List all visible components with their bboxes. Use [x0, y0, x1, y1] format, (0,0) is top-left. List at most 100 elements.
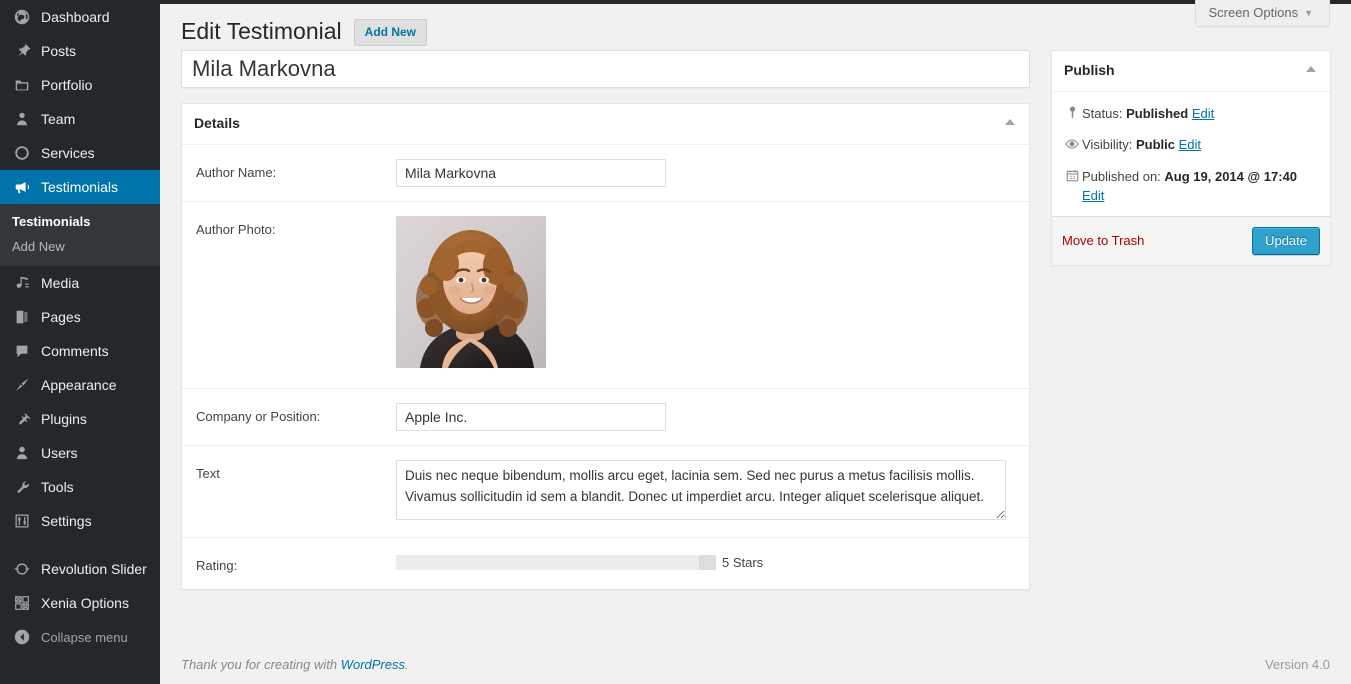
- sidebar-item-label: Appearance: [41, 377, 117, 393]
- sidebar-item-label: Services: [41, 145, 95, 161]
- sidebar-item-media[interactable]: Media: [0, 266, 160, 300]
- field-row-company: Company or Position:: [182, 389, 1029, 446]
- footer-thanks-prefix: Thank you for creating with: [181, 656, 341, 672]
- testimonials-submenu: Testimonials Add New: [0, 204, 160, 266]
- post-visibility-row: Visibility: Public Edit: [1052, 129, 1330, 161]
- text-field-cell: Duis nec neque bibendum, mollis arcu ege…: [396, 459, 1015, 523]
- sidebar-item-users[interactable]: Users: [0, 436, 160, 470]
- title-field-wrapper: [181, 50, 1030, 88]
- collapse-arrow-icon: [12, 628, 32, 646]
- published-on-value: Aug 19, 2014 @ 17:40: [1164, 168, 1298, 184]
- sidebar-item-label: Users: [41, 445, 78, 461]
- details-toggle-button[interactable]: [995, 108, 1025, 136]
- details-metabox-title: Details: [194, 115, 240, 131]
- footer-version: Version 4.0: [1264, 656, 1330, 672]
- edit-status-link[interactable]: Edit: [1192, 106, 1214, 121]
- move-to-trash-link[interactable]: Move to Trash: [1062, 233, 1144, 248]
- megaphone-icon: [12, 177, 32, 197]
- users-icon: [12, 443, 32, 463]
- footer-thanks-suffix: .: [405, 656, 409, 672]
- wordpress-link[interactable]: WordPress: [341, 657, 405, 672]
- details-metabox: Details Author Name: Mila Markovna Autho…: [181, 103, 1030, 590]
- sidebar-item-label: Settings: [41, 513, 92, 529]
- post-status-row: Status: Published Edit: [1052, 98, 1330, 130]
- screen-options-button[interactable]: Screen Options ▼: [1195, 0, 1330, 27]
- publish-toggle-button[interactable]: [1296, 55, 1326, 83]
- field-row-text: Text Duis nec neque bibendum, mollis arc…: [182, 446, 1029, 538]
- post-status-text: Status: Published Edit: [1082, 104, 1320, 124]
- author-photo-thumbnail[interactable]: [396, 215, 546, 368]
- screen-meta-links: Screen Options ▼: [1195, 0, 1330, 27]
- visibility-prefix: Visibility:: [1082, 137, 1136, 153]
- sidebar-item-label: Team: [41, 111, 76, 127]
- page-title: Edit Testimonial: [181, 18, 342, 44]
- media-icon: [12, 273, 32, 293]
- sidebar-item-plugins[interactable]: Plugins: [0, 402, 160, 436]
- submenu-item-testimonials[interactable]: Testimonials: [0, 209, 160, 234]
- wp-admin-screen: Dashboard Posts Portfolio Team Services: [0, 0, 1351, 684]
- wrench-icon: [12, 477, 32, 497]
- sidebar-item-label: Xenia Options: [41, 595, 129, 611]
- post-sidebar: Publish Status: Published Edit Visibilit…: [1051, 50, 1331, 286]
- sidebar-item-settings[interactable]: Settings: [0, 504, 160, 538]
- edit-visibility-link[interactable]: Edit: [1179, 137, 1201, 152]
- sidebar-item-revolution-slider[interactable]: Revolution Slider: [0, 552, 160, 586]
- page-wrap: Edit Testimonial Add New Details: [160, 4, 1351, 610]
- published-on-prefix: Published on:: [1082, 168, 1165, 184]
- author-name-input[interactable]: [396, 158, 666, 187]
- chevron-down-icon: ▼: [1304, 8, 1313, 18]
- submenu-item-add-new[interactable]: Add New: [0, 234, 160, 259]
- sidebar-item-label: Testimonials: [41, 179, 119, 195]
- sidebar-item-label: Portfolio: [41, 77, 93, 93]
- author-photo-label: Author Photo:: [196, 221, 276, 237]
- sidebar-item-testimonials[interactable]: Testimonials: [0, 170, 168, 204]
- sidebar-item-dashboard[interactable]: Dashboard: [0, 0, 160, 34]
- add-new-button[interactable]: Add New: [353, 19, 427, 46]
- rating-field-cell: 5 Stars: [396, 552, 1015, 570]
- sidebar-item-services[interactable]: Services: [0, 136, 160, 170]
- rating-slider-track[interactable]: [396, 554, 716, 570]
- sidebar-item-pages[interactable]: Pages: [0, 300, 160, 334]
- comment-icon: [12, 341, 32, 361]
- company-input[interactable]: [396, 402, 666, 431]
- post-published-on-text: Published on: Aug 19, 2014 @ 17:40 Edit: [1082, 167, 1320, 206]
- grid-icon: [12, 593, 32, 613]
- submenu-item-label: Add New: [12, 239, 65, 254]
- post-status-value: Published: [1126, 105, 1189, 121]
- field-row-author-name: Author Name:: [182, 145, 1029, 202]
- details-metabox-header[interactable]: Details: [182, 104, 1029, 145]
- company-label: Company or Position:: [196, 408, 321, 424]
- rating-slider-handle[interactable]: [699, 554, 716, 570]
- publish-metabox-header[interactable]: Publish: [1052, 51, 1330, 92]
- wp-content: Screen Options ▼ Edit Testimonial Add New…: [160, 0, 1351, 684]
- toggle-up-icon: [1306, 66, 1316, 72]
- publish-metabox-title: Publish: [1064, 62, 1115, 78]
- sidebar-item-team[interactable]: Team: [0, 102, 160, 136]
- publish-metabox: Publish Status: Published Edit Visibilit…: [1051, 50, 1331, 266]
- collapse-menu-button[interactable]: Collapse menu: [0, 620, 160, 654]
- sidebar-item-posts[interactable]: Posts: [0, 34, 160, 68]
- circle-icon: [12, 143, 32, 163]
- sidebar-item-portfolio[interactable]: Portfolio: [0, 68, 160, 102]
- edit-published-on-link[interactable]: Edit: [1082, 188, 1104, 203]
- pages-icon: [12, 307, 32, 327]
- author-photo-field-cell: [396, 215, 1015, 368]
- sidebar-item-tools[interactable]: Tools: [0, 470, 160, 504]
- rating-label: Rating:: [196, 557, 238, 573]
- update-button[interactable]: Update: [1252, 226, 1320, 255]
- sidebar-item-comments[interactable]: Comments: [0, 334, 160, 368]
- field-row-rating: Rating: 5 Stars: [182, 538, 1029, 589]
- sidebar-item-xenia-options[interactable]: Xenia Options: [0, 586, 160, 620]
- field-row-author-photo: Author Photo:: [182, 202, 1029, 389]
- visibility-eye-icon: [1062, 135, 1082, 152]
- pin-icon: [12, 41, 32, 61]
- post-title-input[interactable]: [182, 51, 1029, 87]
- testimonial-text-textarea[interactable]: Duis nec neque bibendum, mollis arcu ege…: [396, 459, 1006, 520]
- sidebar-item-appearance[interactable]: Appearance: [0, 368, 160, 402]
- author-name-label: Author Name:: [196, 164, 277, 180]
- post-body-content: Details Author Name:: [181, 50, 1030, 610]
- menu-separator: [0, 538, 160, 552]
- sidebar-item-label: Tools: [41, 479, 74, 495]
- admin-menu: Dashboard Posts Portfolio Team Services: [0, 0, 168, 654]
- text-label: Text: [196, 465, 220, 481]
